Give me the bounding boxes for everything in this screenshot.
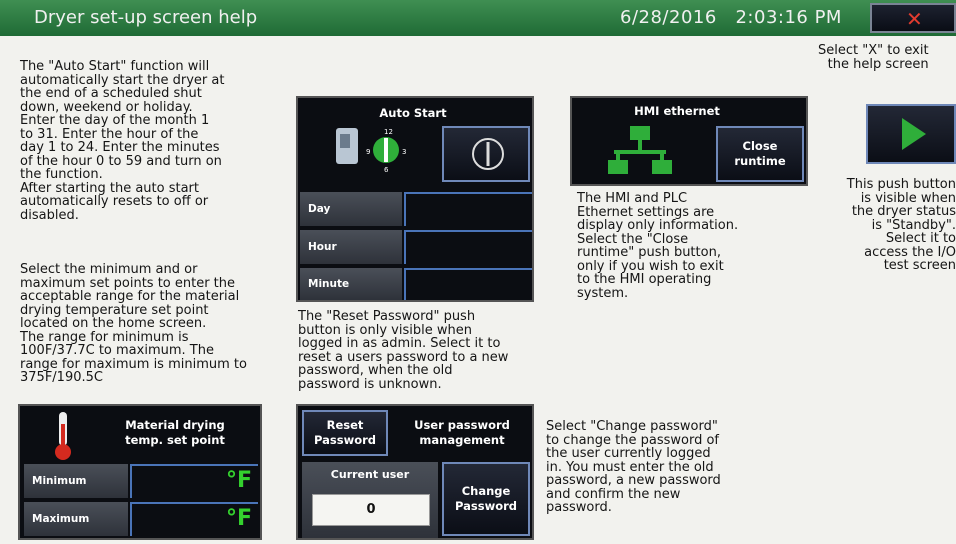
maximum-input[interactable]: °F xyxy=(130,502,258,536)
help-exit: Select "X" to exit the help screen xyxy=(818,43,929,72)
day-input[interactable] xyxy=(404,192,532,226)
auto-start-toggle-button[interactable] xyxy=(442,126,530,182)
minimum-input[interactable]: °F xyxy=(130,464,258,498)
hmi-ethernet-title: HMI ethernet xyxy=(634,104,720,118)
power-icon xyxy=(472,138,504,170)
close-help-button[interactable]: ✕ xyxy=(870,3,956,33)
help-auto-start: The "Auto Start" function will automatic… xyxy=(20,59,225,223)
current-user-value[interactable]: 0 xyxy=(312,494,430,526)
thermometer-icon xyxy=(55,412,71,460)
dial-number-3: 3 xyxy=(402,148,406,156)
hour-input[interactable] xyxy=(404,230,532,264)
change-password-button[interactable]: Change Password xyxy=(442,462,530,536)
password-panel-title: User password management xyxy=(414,418,510,447)
date-display: 6/28/2016 xyxy=(620,7,717,28)
datetime: 6/28/2016 2:03:16 PM xyxy=(620,7,842,28)
io-test-button[interactable] xyxy=(866,104,956,164)
auto-start-title: Auto Start xyxy=(379,106,447,120)
arrow-right-icon xyxy=(902,118,926,150)
current-user-group: Current user 0 xyxy=(302,462,438,538)
help-set-points: Select the minimum and or maximum set po… xyxy=(20,262,247,385)
help-reset-password: The "Reset Password" push button is only… xyxy=(298,309,509,392)
dial-number-6: 6 xyxy=(384,166,389,174)
temp-setpoint-panel: Material drying temp. set point Minimum … xyxy=(18,404,262,540)
help-io-test: This push button is visible when the dry… xyxy=(846,178,956,273)
day-label: Day xyxy=(300,192,402,226)
minute-label: Minute xyxy=(300,268,402,300)
dryer-icon xyxy=(336,128,358,164)
temp-panel-title: Material drying temp. set point xyxy=(125,418,225,447)
dial-icon: 12 9 3 6 xyxy=(366,128,406,174)
minimum-unit: °F xyxy=(225,468,252,493)
time-display: 2:03:16 PM xyxy=(735,7,842,28)
auto-start-panel: Auto Start 12 9 3 6 Day Hour Minute xyxy=(296,96,534,302)
reset-password-button[interactable]: Reset Password xyxy=(302,410,388,456)
window-title: Dryer set-up screen help xyxy=(34,7,258,28)
maximum-label: Maximum xyxy=(24,502,128,536)
close-runtime-button[interactable]: Close runtime xyxy=(716,126,804,182)
minimum-label: Minimum xyxy=(24,464,128,498)
maximum-unit: °F xyxy=(225,506,252,531)
password-panel: Reset Password User password management … xyxy=(296,404,534,540)
network-icon xyxy=(608,126,672,174)
title-bar: Dryer set-up screen help 6/28/2016 2:03:… xyxy=(0,0,956,36)
current-user-label: Current user xyxy=(330,468,410,481)
hour-label: Hour xyxy=(300,230,402,264)
hmi-ethernet-panel: HMI ethernet Close runtime xyxy=(570,96,808,186)
dial-number-9: 9 xyxy=(366,148,370,156)
help-hmi-ethernet: The HMI and PLC Ethernet settings are di… xyxy=(577,191,739,301)
help-change-password: Select "Change password" to change the p… xyxy=(546,419,721,515)
minute-input[interactable] xyxy=(404,268,532,300)
close-x-icon: ✕ xyxy=(906,7,923,31)
dial-number-12: 12 xyxy=(384,128,393,136)
